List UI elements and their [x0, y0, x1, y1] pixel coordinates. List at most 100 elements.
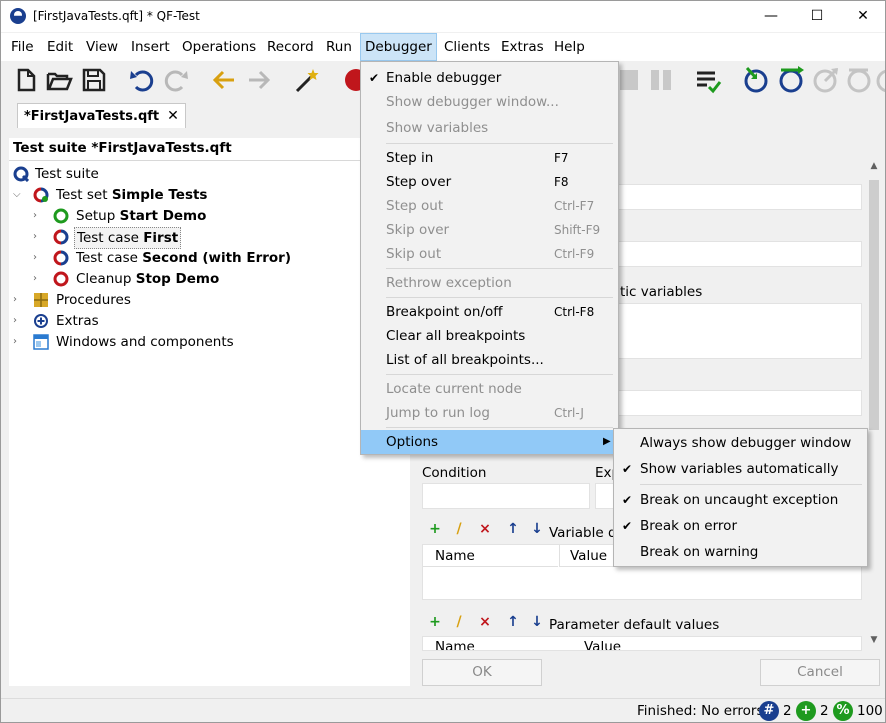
chevron-right-icon[interactable]: ›: [13, 332, 23, 352]
menu-operations[interactable]: Operations: [178, 33, 260, 61]
menu-item-skip-out[interactable]: Skip out Ctrl-F9: [361, 242, 618, 266]
menu-item-list-breakpoints[interactable]: List of all breakpoints...: [361, 348, 618, 372]
test-set-icon: [33, 187, 49, 203]
node-name-label: Start Demo: [119, 208, 207, 224]
menu-item-show-variables-auto[interactable]: ✔ Show variables automatically: [614, 457, 867, 481]
menu-item-step-out[interactable]: Step out Ctrl-F7: [361, 194, 618, 218]
menu-help[interactable]: Help: [550, 33, 589, 61]
scroll-down-icon[interactable]: ▼: [868, 635, 880, 649]
qftest-app-icon: [10, 8, 26, 24]
ok-button[interactable]: OK: [422, 659, 542, 686]
new-file-icon[interactable]: [11, 65, 41, 95]
close-button[interactable]: ✕: [840, 1, 885, 32]
move-up-icon[interactable]: ↑: [504, 520, 522, 538]
menu-item-break-uncaught[interactable]: ✔ Break on uncaught exception: [614, 488, 867, 512]
menu-item-break-on-warning[interactable]: Break on warning: [614, 540, 867, 564]
menu-file[interactable]: File: [7, 33, 38, 61]
move-up-icon[interactable]: ↑: [504, 613, 522, 631]
expected-field[interactable]: [595, 483, 615, 509]
menu-debugger[interactable]: Debugger: [360, 33, 437, 61]
step-out-icon[interactable]: [811, 65, 841, 95]
skip-out-icon[interactable]: [873, 65, 885, 95]
add-icon[interactable]: +: [426, 613, 444, 631]
static-variables-label: tic variables: [620, 284, 703, 300]
node-type-label: Cleanup: [76, 271, 136, 287]
name-column-header[interactable]: Name: [423, 545, 558, 567]
details-scrollbar[interactable]: ▲ ▼: [867, 158, 881, 651]
node-type-label: Test set: [56, 187, 112, 203]
scrollbar-thumb[interactable]: [869, 180, 879, 430]
menu-item-step-over[interactable]: Step over F8: [361, 170, 618, 194]
delete-icon[interactable]: ×: [476, 613, 494, 631]
menu-item-breakpoint-toggle[interactable]: Breakpoint on/off Ctrl-F8: [361, 300, 618, 324]
scroll-up-icon[interactable]: ▲: [868, 161, 880, 175]
options-submenu: Always show debugger window ✔ Show varia…: [613, 428, 868, 567]
move-down-icon[interactable]: ↓: [528, 520, 546, 538]
procedures-icon: [33, 292, 49, 308]
close-tab-icon[interactable]: ✕: [167, 108, 179, 124]
menu-clients[interactable]: Clients: [440, 33, 494, 61]
checkmark-icon: ✔: [622, 519, 633, 533]
step-over-icon[interactable]: [776, 65, 806, 95]
edit-icon[interactable]: /: [450, 520, 468, 538]
save-icon[interactable]: [79, 65, 109, 95]
checklist-icon[interactable]: [693, 65, 723, 95]
menu-item-locate-current-node[interactable]: Locate current node: [361, 377, 618, 401]
add-icon[interactable]: +: [426, 520, 444, 538]
menu-view[interactable]: View: [82, 33, 122, 61]
test-count: 2: [783, 703, 792, 719]
menu-item-show-debugger-window[interactable]: Show debugger window...: [361, 90, 618, 114]
menu-record[interactable]: Record: [263, 33, 318, 61]
menu-insert[interactable]: Insert: [127, 33, 174, 61]
forward-arrow-icon[interactable]: [244, 65, 274, 95]
tab-first-java-tests[interactable]: *FirstJavaTests.qft ✕: [17, 103, 186, 128]
menu-item-jump-to-run-log[interactable]: Jump to run log Ctrl-J: [361, 401, 618, 425]
menu-item-options[interactable]: Options ▶: [361, 430, 618, 454]
chevron-down-icon[interactable]: ⌵: [13, 185, 23, 205]
minimize-button[interactable]: —: [748, 1, 794, 32]
step-in-icon[interactable]: [741, 65, 771, 95]
test-count-icon: #: [759, 701, 779, 721]
delete-icon[interactable]: ×: [476, 520, 494, 538]
chevron-right-icon[interactable]: ›: [13, 290, 23, 310]
chevron-right-icon[interactable]: ›: [33, 227, 43, 247]
value-column-header[interactable]: Value: [559, 545, 615, 567]
menu-separator: [386, 297, 613, 298]
menu-item-always-show-debugger[interactable]: Always show debugger window: [614, 431, 867, 455]
pause-icon[interactable]: [646, 65, 676, 95]
menu-bar: File Edit View Insert Operations Record …: [1, 33, 885, 61]
magic-wand-icon[interactable]: [292, 65, 322, 95]
skip-over-icon[interactable]: [844, 65, 874, 95]
menu-item-break-on-error[interactable]: ✔ Break on error: [614, 514, 867, 538]
chevron-right-icon[interactable]: ›: [33, 248, 43, 268]
parameter-defaults-table[interactable]: Name Value: [422, 636, 862, 651]
menu-item-step-in[interactable]: Step in F7: [361, 146, 618, 170]
name-column-header[interactable]: Name: [435, 639, 475, 650]
menu-extras[interactable]: Extras: [497, 33, 548, 61]
menu-item-clear-breakpoints[interactable]: Clear all breakpoints: [361, 324, 618, 348]
chevron-right-icon[interactable]: ›: [33, 269, 43, 289]
menu-run[interactable]: Run: [322, 33, 356, 61]
test-suite-tree: Test suite ⌵ Test set Simple Tests › Set…: [9, 160, 410, 686]
open-folder-icon[interactable]: [44, 65, 74, 95]
chevron-right-icon[interactable]: ›: [33, 206, 43, 226]
back-arrow-icon[interactable]: [209, 65, 239, 95]
menu-item-enable-debugger[interactable]: ✔ Enable debugger: [361, 66, 618, 90]
redo-icon[interactable]: [161, 65, 191, 95]
condition-field[interactable]: [422, 483, 590, 509]
cancel-button[interactable]: Cancel: [760, 659, 880, 686]
node-name-label: Stop Demo: [135, 271, 220, 287]
undo-icon[interactable]: [127, 65, 157, 95]
tree-node-label: Extras: [56, 313, 99, 329]
chevron-right-icon[interactable]: ›: [13, 311, 23, 331]
maximize-button[interactable]: ☐: [794, 1, 840, 32]
move-down-icon[interactable]: ↓: [528, 613, 546, 631]
menu-separator: [640, 484, 862, 485]
menu-item-rethrow-exception[interactable]: Rethrow exception: [361, 271, 618, 295]
menu-edit[interactable]: Edit: [43, 33, 77, 61]
value-column-header[interactable]: Value: [584, 639, 621, 650]
menu-item-skip-over[interactable]: Skip over Shift-F9: [361, 218, 618, 242]
menu-item-show-variables[interactable]: Show variables: [361, 116, 618, 140]
node-name-label: Second (with Error): [142, 250, 292, 266]
edit-icon[interactable]: /: [450, 613, 468, 631]
